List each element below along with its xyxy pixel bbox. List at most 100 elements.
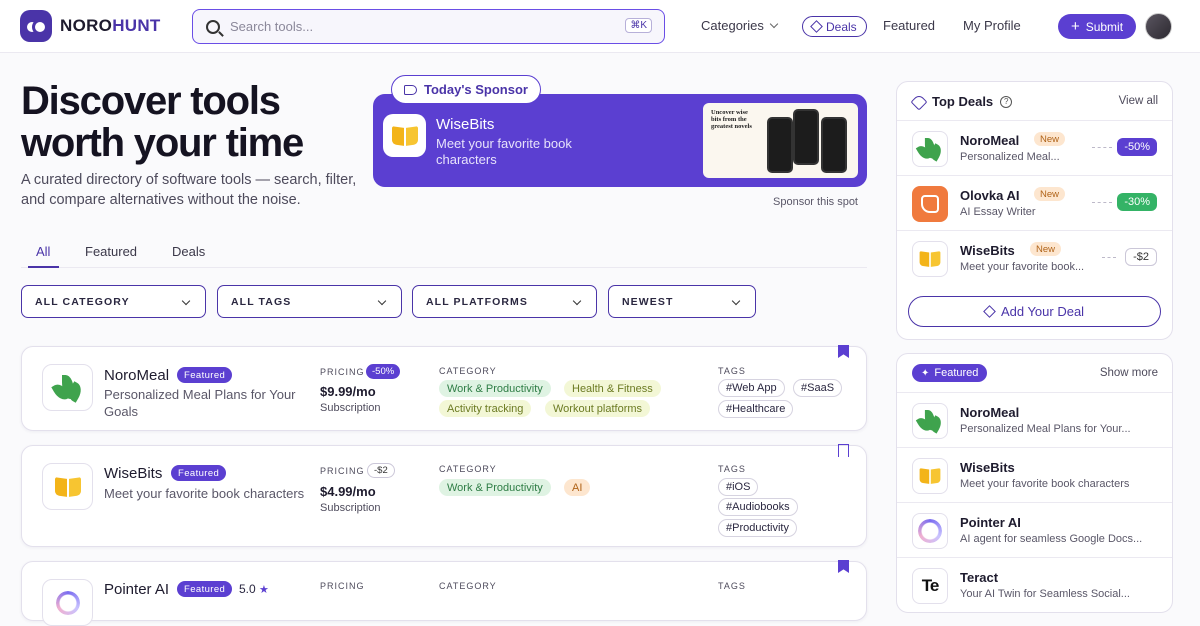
filter-sort[interactable]: NEWEST	[608, 285, 756, 318]
tab-deals[interactable]: Deals	[172, 244, 205, 259]
phone-mockup-1	[767, 117, 793, 173]
category-label: CATEGORY	[439, 464, 497, 474]
tag-icon	[910, 93, 928, 110]
teract-logo-icon: Te	[912, 568, 948, 604]
deal-description: Personalized Meal...	[960, 151, 1060, 163]
pricing-label: PRICING	[320, 581, 365, 591]
deal-divider	[1102, 257, 1116, 258]
tabs-divider	[21, 267, 867, 268]
phone-mockup-2	[793, 109, 819, 165]
featured-name: Teract	[960, 570, 999, 585]
featured-description: Meet your favorite book characters	[960, 478, 1130, 490]
deal-name: WiseBits	[960, 243, 1015, 258]
wisebits-logo-icon	[383, 114, 426, 157]
search-box[interactable]: ⌘K	[192, 9, 665, 44]
sponsor-this-spot-link[interactable]: Sponsor this spot	[773, 196, 858, 208]
tags-label: TAGS	[718, 464, 746, 474]
featured-item[interactable]: Pointer AI AI agent for seamless Google …	[897, 502, 1172, 557]
sponsor-card[interactable]: WiseBits Meet your favorite book charact…	[373, 94, 867, 187]
featured-description: Personalized Meal Plans for Your...	[960, 423, 1131, 435]
featured-item[interactable]: Te Teract Your AI Twin for Seamless Soci…	[897, 557, 1172, 612]
tag-chip[interactable]: #iOS	[718, 478, 759, 496]
price-type: Subscription	[320, 502, 381, 514]
sparkle-icon: ✦	[921, 367, 930, 379]
plus-icon: +	[1070, 18, 1080, 35]
category-chip[interactable]: Health & Fitness	[564, 380, 661, 397]
featured-panel: ✦ Featured Show more NoroMeal Personalize…	[896, 353, 1173, 613]
category-chip[interactable]: Work & Productivity	[439, 479, 551, 496]
diamond-icon	[983, 305, 996, 318]
bookmark-icon[interactable]	[838, 444, 849, 457]
filter-category[interactable]: ALL CATEGORY	[21, 285, 206, 318]
show-more-link[interactable]: Show more	[1100, 367, 1158, 379]
new-badge: New	[1030, 242, 1062, 256]
help-icon[interactable]: ?	[1000, 95, 1013, 108]
price-badge: -50%	[366, 364, 401, 379]
tag-chip[interactable]: #SaaS	[793, 379, 843, 397]
view-all-link[interactable]: View all	[1119, 95, 1158, 107]
featured-item[interactable]: WiseBits Meet your favorite book charact…	[897, 447, 1172, 502]
featured-name: WiseBits	[960, 460, 1015, 475]
add-your-deal-button[interactable]: Add Your Deal	[908, 296, 1161, 327]
top-deals-title: Top Deals?	[910, 93, 1013, 110]
page-subtitle: A curated directory of software tools — …	[21, 172, 357, 208]
tool-name[interactable]: NoroMeal	[104, 367, 169, 384]
deal-item[interactable]: WiseBits New Meet your favorite book... …	[897, 230, 1172, 285]
deal-value: -50%	[1117, 138, 1157, 156]
deal-description: Meet your favorite book...	[960, 261, 1085, 273]
rating: 5.0 ★	[239, 582, 269, 596]
tag-chip[interactable]: #Healthcare	[718, 400, 794, 418]
sponsor-description: Meet your favorite book characters	[436, 136, 572, 167]
price-type: Subscription	[320, 402, 381, 414]
category-chip[interactable]: AI	[564, 479, 591, 496]
tool-card-pointer-ai[interactable]: Pointer AI Featured 5.0 ★ PRICING CATEGO…	[21, 560, 867, 626]
tag-chip[interactable]: #Web App	[718, 379, 785, 397]
chevron-down-icon	[181, 296, 191, 306]
category-chip[interactable]: Workout platforms	[545, 400, 651, 417]
new-badge: New	[1034, 187, 1066, 201]
search-input[interactable]	[230, 19, 620, 34]
top-header: NOROHUNT ⌘K Categories Deals Featured My…	[0, 0, 1200, 53]
tags-label: TAGS	[718, 366, 746, 376]
nav-deals[interactable]: Deals	[802, 16, 867, 37]
tool-name[interactable]: WiseBits	[104, 465, 162, 482]
noromeal-logo-icon	[42, 364, 93, 411]
nav-my-profile[interactable]: My Profile	[963, 18, 1021, 33]
tool-description: Meet your favorite book characters	[104, 486, 305, 501]
featured-item[interactable]: NoroMeal Personalized Meal Plans for You…	[897, 392, 1172, 447]
bookmark-icon[interactable]	[838, 560, 849, 573]
filter-tags[interactable]: ALL TAGS	[217, 285, 402, 318]
filter-platforms[interactable]: ALL PLATFORMS	[412, 285, 597, 318]
tab-featured[interactable]: Featured	[85, 244, 137, 259]
tool-name[interactable]: Pointer AI	[104, 581, 169, 598]
submit-button[interactable]: + Submit	[1058, 14, 1136, 39]
category-label: CATEGORY	[439, 581, 497, 591]
page-title: Discover tools worth your time	[21, 79, 304, 165]
deal-item[interactable]: Olovka AI New AI Essay Writer -30%	[897, 175, 1172, 230]
tool-card-noromeal[interactable]: NoroMeal Featured Personalized Meal Plan…	[21, 345, 867, 431]
bookmark-icon[interactable]	[838, 345, 849, 358]
avatar[interactable]	[1145, 13, 1172, 40]
star-icon: ★	[259, 584, 269, 596]
featured-badge: Featured	[171, 465, 227, 481]
sponsor-screenshot-text: Uncover wise bits from the greatest nove…	[711, 109, 752, 130]
featured-badge: Featured	[177, 367, 233, 383]
deal-item[interactable]: NoroMeal New Personalized Meal... -50%	[897, 120, 1172, 175]
tag-chip[interactable]: #Productivity	[718, 519, 797, 537]
tag-chip[interactable]: #Audiobooks	[718, 498, 798, 516]
wisebits-logo-icon	[912, 458, 948, 494]
featured-panel-title: ✦ Featured	[912, 364, 988, 382]
wisebits-logo-icon	[912, 241, 948, 277]
nav-categories[interactable]: Categories	[701, 18, 779, 33]
category-chip[interactable]: Work & Productivity	[439, 380, 551, 397]
brand-logo[interactable]: NOROHUNT	[20, 10, 161, 42]
tool-card-wisebits[interactable]: WiseBits Featured Meet your favorite boo…	[21, 444, 867, 547]
tab-all[interactable]: All	[36, 244, 50, 259]
category-chip[interactable]: Activity tracking	[439, 400, 532, 417]
deal-value: -30%	[1117, 193, 1157, 211]
pointer-ai-logo-icon	[912, 513, 948, 549]
deal-name: Olovka AI	[960, 188, 1020, 203]
nav-featured[interactable]: Featured	[883, 18, 935, 33]
featured-name: Pointer AI	[960, 515, 1021, 530]
top-deals-panel: Top Deals? View all NoroMeal New Persona…	[896, 81, 1173, 340]
